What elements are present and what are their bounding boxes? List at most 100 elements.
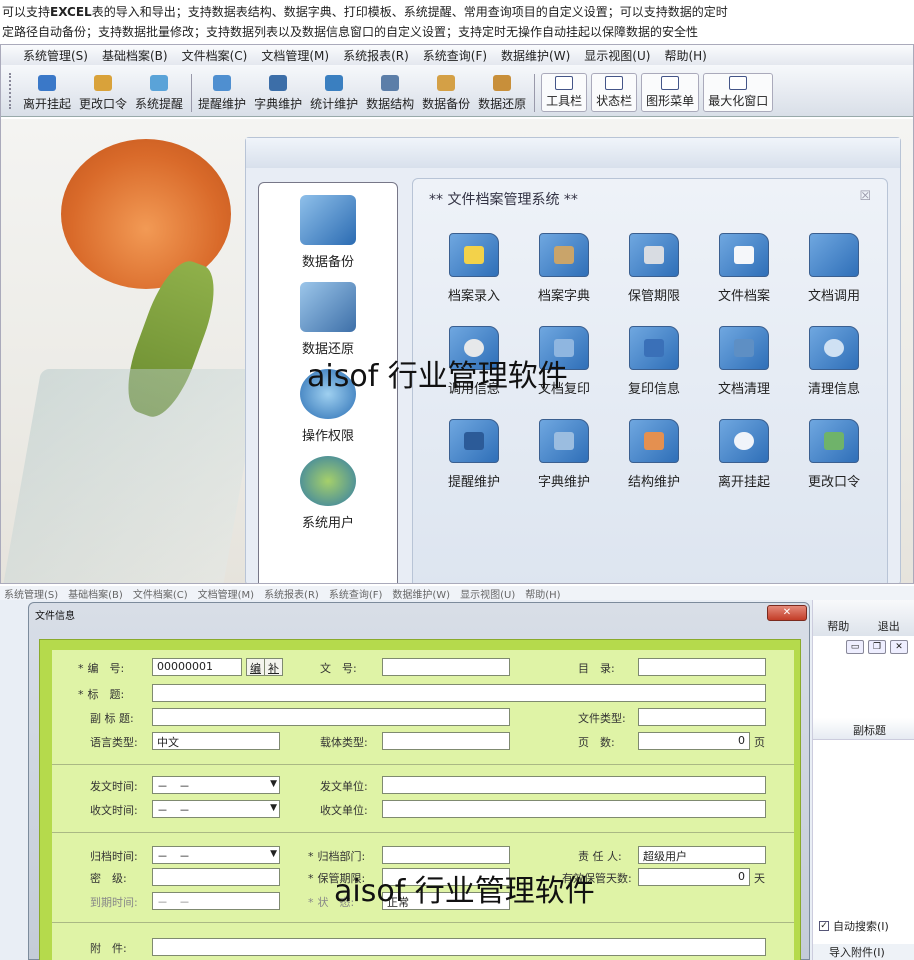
minimize-icon[interactable]: ▭ bbox=[846, 640, 864, 654]
statusbar-icon bbox=[605, 76, 624, 90]
dropdown-arrow-icon[interactable]: ▼ bbox=[270, 803, 277, 813]
archive-time-picker[interactable]: － － ▼ bbox=[152, 846, 280, 864]
grid-item-clean-info[interactable]: 清理信息 bbox=[789, 326, 879, 397]
grid-item-dict-maint[interactable]: 字典维护 bbox=[519, 419, 609, 490]
import-attachment-button[interactable]: 导入附件(I) bbox=[813, 944, 914, 960]
close-window-icon[interactable]: ✕ bbox=[890, 640, 908, 654]
column-header-subtitle[interactable]: 副标题 bbox=[813, 718, 914, 740]
send-unit-field[interactable] bbox=[382, 776, 766, 794]
recv-time-picker[interactable]: － － ▼ bbox=[152, 800, 280, 818]
folder-power-icon bbox=[719, 419, 769, 463]
menu2-file-archive[interactable]: 文件档案(C) bbox=[133, 586, 188, 601]
divider bbox=[52, 764, 794, 765]
date-value: － － bbox=[157, 850, 190, 863]
menu-view[interactable]: 显示视图(U) bbox=[584, 47, 650, 64]
menu-file-archive[interactable]: 文件档案(C) bbox=[182, 47, 248, 64]
lp-system-users[interactable]: 系统用户 bbox=[259, 456, 397, 531]
reminder-maint-icon bbox=[213, 75, 232, 91]
grid-item-archive-entry[interactable]: 档案录入 bbox=[429, 233, 519, 304]
user-leave-icon bbox=[38, 75, 56, 91]
help-button[interactable]: 帮助 bbox=[827, 618, 849, 634]
menu-help[interactable]: 帮助(H) bbox=[664, 47, 706, 64]
grid-item-file-archive[interactable]: 文件档案 bbox=[699, 233, 789, 304]
label-archive-dept: 归档部门: bbox=[308, 848, 366, 864]
carrier-field[interactable] bbox=[382, 732, 510, 750]
label-attachment: 附 件: bbox=[90, 942, 127, 955]
menu2-doc-manage[interactable]: 文档管理(M) bbox=[198, 586, 254, 601]
pages-field[interactable]: 0 bbox=[638, 732, 750, 750]
menu-query[interactable]: 系统查询(F) bbox=[423, 47, 487, 64]
tb-statusbar-toggle[interactable]: 状态栏 bbox=[591, 73, 638, 112]
grid-label: 结构维护 bbox=[627, 475, 680, 490]
tb-toolbar-toggle[interactable]: 工具栏 bbox=[541, 73, 588, 112]
tb-system-reminder[interactable]: 系统提醒 bbox=[135, 68, 183, 112]
menu-reports[interactable]: 系统报表(R) bbox=[343, 47, 409, 64]
menu-data-maint[interactable]: 数据维护(W) bbox=[501, 47, 570, 64]
grid-item-structure-maint[interactable]: 结构维护 bbox=[609, 419, 699, 490]
dictionary-icon bbox=[269, 75, 288, 91]
close-icon[interactable]: ☒ bbox=[859, 189, 871, 204]
grid-item-keep-period[interactable]: 保管期限 bbox=[609, 233, 699, 304]
grid-item-archive-dict[interactable]: 档案字典 bbox=[519, 233, 609, 304]
tb-maximize-window[interactable]: 最大化窗口 bbox=[703, 73, 774, 112]
menu2-system[interactable]: 系统管理(S) bbox=[4, 586, 58, 601]
code-field[interactable]: 00000001 bbox=[152, 658, 242, 676]
menu-basic[interactable]: 基础档案(B) bbox=[102, 47, 168, 64]
grid-item-leave-suspend[interactable]: 离开挂起 bbox=[699, 419, 789, 490]
dialog-close-button[interactable]: ✕ bbox=[767, 605, 807, 621]
menu2-help[interactable]: 帮助(H) bbox=[525, 586, 560, 601]
menu2-query[interactable]: 系统查询(F) bbox=[329, 586, 383, 601]
tb-reminder-maint[interactable]: 提醒维护 bbox=[198, 68, 246, 112]
code-button[interactable]: 编 bbox=[246, 658, 265, 676]
tb-label: 图形菜单 bbox=[646, 94, 695, 108]
tb-graphic-menu[interactable]: 图形菜单 bbox=[641, 73, 700, 112]
title-field[interactable] bbox=[152, 684, 766, 702]
file-type-field[interactable] bbox=[638, 708, 766, 726]
menu-system[interactable]: 系统管理(S) bbox=[23, 47, 88, 64]
tb-leave-suspend[interactable]: 离开挂起 bbox=[23, 68, 71, 112]
grid-item-doc-call[interactable]: 文档调用 bbox=[789, 233, 879, 304]
tb-change-password[interactable]: 更改口令 bbox=[79, 68, 127, 112]
toolbar-separator bbox=[534, 74, 536, 112]
keep-days-field[interactable]: 0 bbox=[638, 868, 750, 886]
send-time-picker[interactable]: － － ▼ bbox=[152, 776, 280, 794]
fill-button[interactable]: 补 bbox=[264, 658, 283, 676]
lp-data-backup[interactable]: 数据备份 bbox=[259, 195, 397, 270]
catalog-field[interactable] bbox=[638, 658, 766, 676]
archive-dept-field[interactable] bbox=[382, 846, 510, 864]
language-field[interactable]: 中文 bbox=[152, 732, 280, 750]
menu2-reports[interactable]: 系统报表(R) bbox=[264, 586, 319, 601]
tb-data-structure[interactable]: 数据结构 bbox=[366, 68, 414, 112]
auto-search-checkbox[interactable]: ✓ 自动搜索(I) bbox=[819, 918, 889, 934]
owner-field[interactable]: 超级用户 bbox=[638, 846, 766, 864]
recv-unit-field[interactable] bbox=[382, 800, 766, 818]
tb-data-backup[interactable]: 数据备份 bbox=[422, 68, 470, 112]
label-subtitle: 副 标 题: bbox=[90, 712, 134, 725]
folder-users-icon bbox=[809, 419, 859, 463]
menu2-basic[interactable]: 基础档案(B) bbox=[68, 586, 123, 601]
exit-button[interactable]: 退出 bbox=[878, 618, 900, 634]
grid-item-doc-clean[interactable]: 文档清理 bbox=[699, 326, 789, 397]
tb-data-restore[interactable]: 数据还原 bbox=[478, 68, 526, 112]
menu-bar-secondary: 系统管理(S) 基础档案(B) 文件档案(C) 文档管理(M) 系统报表(R) … bbox=[0, 586, 914, 601]
menu2-view[interactable]: 显示视图(U) bbox=[460, 586, 515, 601]
label-send-time: 发文时间: bbox=[90, 780, 138, 793]
lp-data-restore[interactable]: 数据还原 bbox=[259, 282, 397, 357]
dropdown-arrow-icon[interactable]: ▼ bbox=[270, 779, 277, 789]
secret-field[interactable] bbox=[152, 868, 280, 886]
attachment-field[interactable] bbox=[152, 938, 766, 956]
tb-stats-maint[interactable]: 统计维护 bbox=[310, 68, 358, 112]
menu2-data-maint[interactable]: 数据维护(W) bbox=[392, 586, 450, 601]
tb-dict-maint[interactable]: 字典维护 bbox=[254, 68, 302, 112]
pages-unit: 页 bbox=[754, 736, 765, 749]
folder-branch-icon bbox=[449, 419, 499, 463]
restore-icon[interactable]: ❐ bbox=[868, 640, 886, 654]
doc-no-field[interactable] bbox=[382, 658, 510, 676]
subtitle-field[interactable] bbox=[152, 708, 510, 726]
menu-doc-manage[interactable]: 文档管理(M) bbox=[261, 47, 329, 64]
grid-item-reminder-maint[interactable]: 提醒维护 bbox=[429, 419, 519, 490]
grid-item-change-password[interactable]: 更改口令 bbox=[789, 419, 879, 490]
dropdown-arrow-icon[interactable]: ▼ bbox=[270, 849, 277, 859]
grid-item-copy-info[interactable]: 复印信息 bbox=[609, 326, 699, 397]
toolbar-icon bbox=[555, 76, 574, 90]
